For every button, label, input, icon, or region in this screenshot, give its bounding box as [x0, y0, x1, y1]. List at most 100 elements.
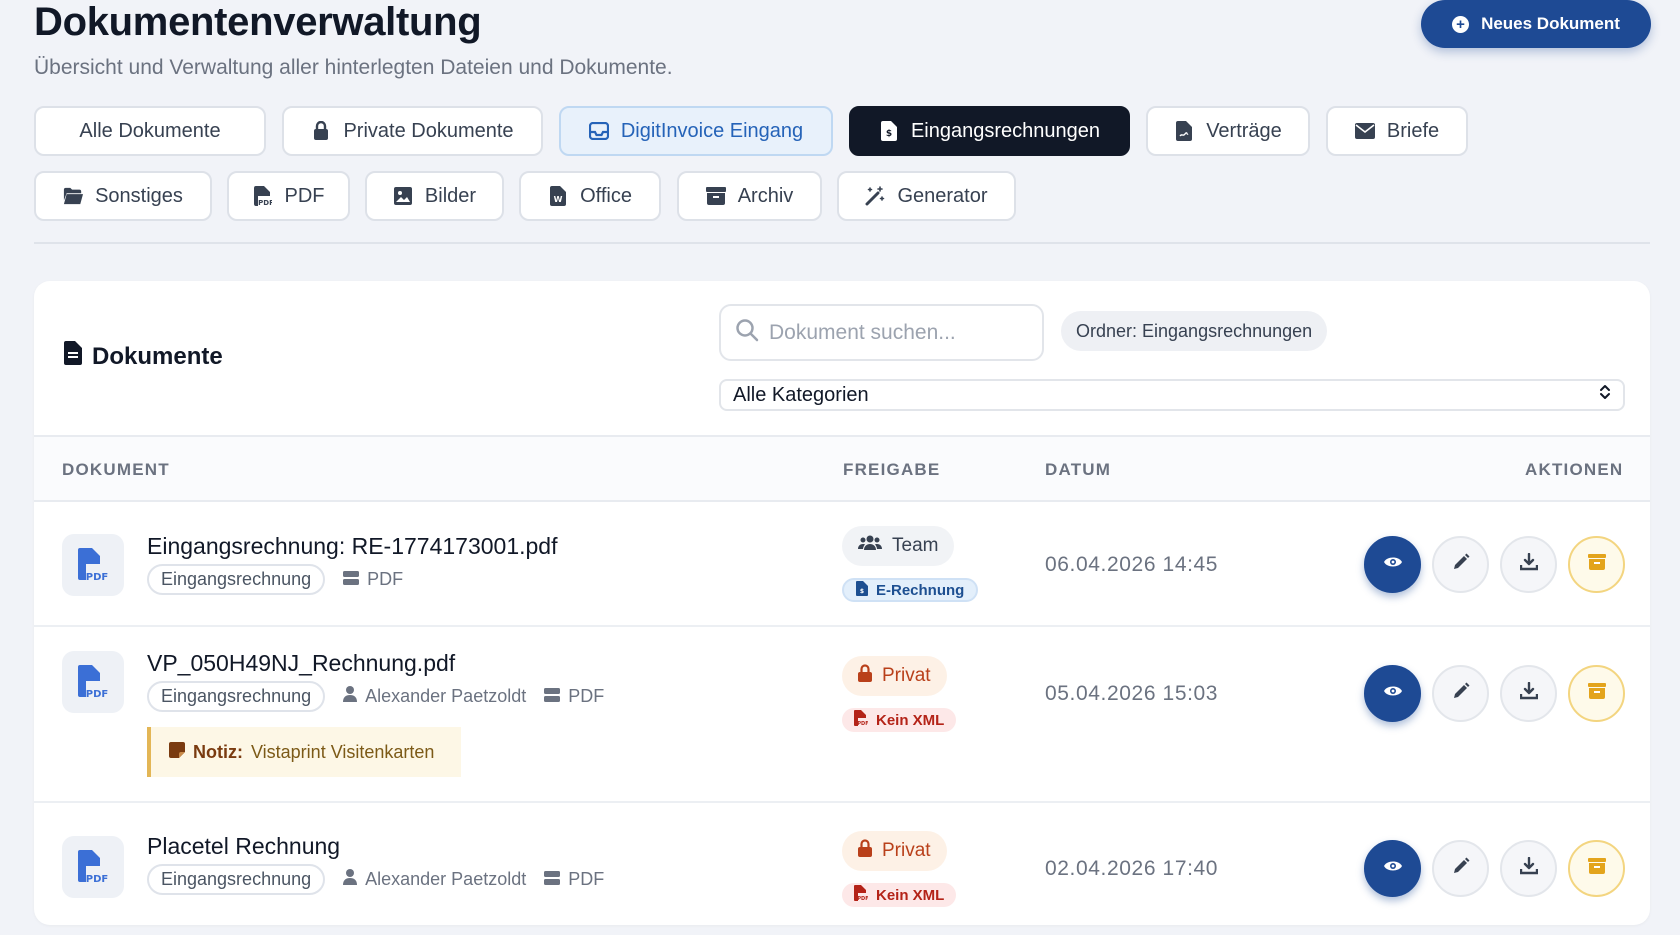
- document-name[interactable]: Placetel Rechnung: [147, 833, 340, 860]
- card-title-label: Dokumente: [92, 342, 223, 370]
- file-type: PDF: [544, 869, 604, 890]
- svg-text:PDF: PDF: [86, 874, 108, 884]
- document-date: 02.04.2026 17:40: [1045, 857, 1219, 880]
- user-icon: [343, 686, 358, 707]
- tab-label: Verträge: [1206, 119, 1282, 142]
- owner: Alexander Paetzoldt: [343, 869, 526, 890]
- new-document-button[interactable]: + Neues Dokument: [1421, 0, 1651, 48]
- tab-private-dokumente[interactable]: Private Dokumente: [282, 106, 543, 156]
- xml-label: Kein XML: [876, 711, 945, 729]
- tab-label: Generator: [897, 184, 988, 207]
- share-label: Team: [892, 535, 939, 556]
- tab-briefe[interactable]: Briefe: [1326, 106, 1468, 156]
- tab-label: Sonstiges: [95, 184, 183, 207]
- owner-name: Alexander Paetzoldt: [365, 869, 527, 889]
- file-type-label: PDF: [568, 686, 605, 706]
- pencil-icon: [1452, 682, 1470, 705]
- xml-label: E-Rechnung: [876, 581, 965, 599]
- envelope-icon: [1354, 121, 1375, 141]
- pdf-file-icon: PDF: [62, 534, 124, 596]
- tab-archiv[interactable]: Archiv: [677, 171, 822, 221]
- owner: Alexander Paetzoldt: [343, 686, 526, 707]
- document-icon: [64, 341, 82, 372]
- xml-badge: PDF Kein XML: [842, 708, 957, 732]
- lock-icon: [311, 121, 331, 141]
- svg-text:W: W: [554, 195, 563, 204]
- folder-open-icon: [63, 186, 84, 206]
- tab-alle-dokumente[interactable]: Alle Dokumente: [34, 106, 266, 156]
- download-button[interactable]: [1500, 536, 1557, 593]
- header-actions: AKTIONEN: [1525, 460, 1624, 479]
- page-subtitle: Übersicht und Verwaltung aller hinterleg…: [34, 56, 673, 79]
- invoice-file-icon: $: [879, 121, 899, 141]
- share-label: Privat: [882, 665, 931, 686]
- table-row[interactable]: PDF Eingangsrechnung: RE-1774173001.pdf …: [34, 502, 1650, 627]
- inbox-icon: [588, 121, 609, 141]
- users-icon: [858, 535, 882, 557]
- tab-generator[interactable]: Generator: [837, 171, 1016, 221]
- search-field[interactable]: [719, 304, 1044, 361]
- pencil-icon: [1452, 857, 1470, 880]
- magic-wand-icon: [865, 186, 885, 206]
- xml-badge: PDF Kein XML: [842, 883, 957, 907]
- document-meta: Eingangsrechnung PDF: [147, 564, 403, 595]
- header-date: DATUM: [1045, 460, 1112, 479]
- note-box: Notiz: Vistaprint Visitenkarten: [147, 727, 461, 777]
- view-button[interactable]: [1364, 665, 1421, 722]
- category-pill: Eingangsrechnung: [147, 864, 326, 895]
- pdf-file-icon: PDF: [253, 186, 273, 206]
- document-name[interactable]: Eingangsrechnung: RE-1774173001.pdf: [147, 533, 558, 560]
- tab-office[interactable]: W Office: [519, 171, 661, 221]
- table-row[interactable]: PDF VP_050H49NJ_Rechnung.pdf Eingangsrec…: [34, 627, 1650, 803]
- svg-text:PDF: PDF: [857, 896, 868, 901]
- section-divider: [34, 242, 1650, 244]
- tab-label: Eingangsrechnungen: [910, 119, 1101, 142]
- documents-card: Dokumente Ordner: Eingangsrechnungen All…: [34, 281, 1650, 925]
- tab-label: Office: [580, 184, 632, 207]
- lock-icon: [858, 664, 872, 688]
- pencil-icon: [1452, 553, 1470, 576]
- table-row[interactable]: PDF Placetel Rechnung Eingangsrechnung A…: [34, 803, 1650, 925]
- search-input[interactable]: [769, 320, 1029, 345]
- download-button[interactable]: [1500, 665, 1557, 722]
- image-icon: [393, 186, 413, 206]
- archive-icon: [1587, 554, 1606, 575]
- pdf-file-icon: PDF: [62, 836, 124, 898]
- view-button[interactable]: [1364, 536, 1421, 593]
- row-actions: [1364, 665, 1625, 722]
- svg-text:PDF: PDF: [258, 199, 272, 206]
- archive-button[interactable]: [1568, 536, 1625, 593]
- document-meta: Eingangsrechnung Alexander Paetzoldt PDF: [147, 681, 604, 712]
- edit-button[interactable]: [1432, 840, 1489, 897]
- download-button[interactable]: [1500, 840, 1557, 897]
- archive-button[interactable]: [1568, 665, 1625, 722]
- edit-button[interactable]: [1432, 536, 1489, 593]
- tab-label: Bilder: [424, 184, 477, 207]
- eye-icon: [1383, 555, 1403, 574]
- tab-digitinvoice-eingang[interactable]: DigitInvoice Eingang: [559, 106, 833, 156]
- tab-sonstiges[interactable]: Sonstiges: [34, 171, 212, 221]
- archive-button[interactable]: [1568, 840, 1625, 897]
- search-icon: [735, 318, 759, 347]
- archive-icon: [1587, 683, 1606, 704]
- tab-eingangsrechnungen[interactable]: $ Eingangsrechnungen: [849, 106, 1130, 156]
- category-select[interactable]: Alle Kategorien: [719, 379, 1625, 411]
- drive-icon: [343, 569, 360, 590]
- share-badge: Privat: [842, 656, 947, 696]
- file-type: PDF: [343, 569, 403, 590]
- lock-icon: [858, 839, 872, 863]
- file-type-label: PDF: [367, 569, 404, 589]
- tab-label: Alle Dokumente: [79, 119, 221, 142]
- tab-vertraege[interactable]: Verträge: [1146, 106, 1310, 156]
- tab-label: Archiv: [737, 184, 794, 207]
- view-button[interactable]: [1364, 840, 1421, 897]
- tab-pdf[interactable]: PDF PDF: [227, 171, 350, 221]
- select-chevrons-icon: [1599, 383, 1611, 407]
- document-name[interactable]: VP_050H49NJ_Rechnung.pdf: [147, 650, 455, 677]
- tab-bilder[interactable]: Bilder: [365, 171, 504, 221]
- share-badge: Team: [842, 526, 955, 566]
- drive-icon: [544, 869, 561, 890]
- pdf-file-icon: PDF: [854, 710, 869, 730]
- document-date: 05.04.2026 15:03: [1045, 682, 1219, 705]
- edit-button[interactable]: [1432, 665, 1489, 722]
